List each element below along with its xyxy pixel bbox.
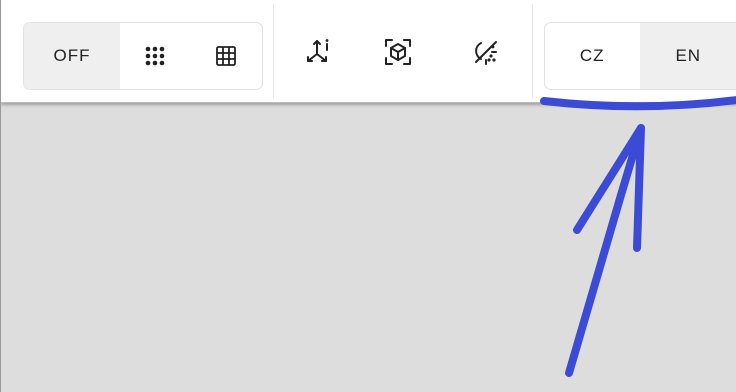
line-grid-button[interactable] (190, 23, 262, 89)
toolbar-divider (273, 4, 274, 98)
language-toggle-group: CZ EN (544, 22, 736, 90)
toolbar-divider-2 (532, 4, 533, 98)
cube-focus-button[interactable] (378, 32, 418, 72)
toolbar: OFF CZ EN (1, 0, 736, 103)
grid-mode-toggle-group: OFF (23, 22, 263, 90)
axes-info-button[interactable] (299, 32, 339, 72)
axes-info-icon (304, 37, 334, 67)
language-en-button[interactable]: EN (639, 23, 736, 89)
light-off-icon (472, 38, 500, 66)
light-off-button[interactable] (466, 32, 506, 72)
grid-off-button[interactable]: OFF (24, 23, 120, 89)
grid-icon (215, 45, 237, 67)
dots-grid-button[interactable] (120, 23, 190, 89)
cube-focus-icon (384, 38, 412, 66)
dots-grid-icon (144, 45, 166, 67)
app-frame: OFF CZ EN (0, 0, 736, 392)
language-cz-button[interactable]: CZ (545, 23, 640, 89)
